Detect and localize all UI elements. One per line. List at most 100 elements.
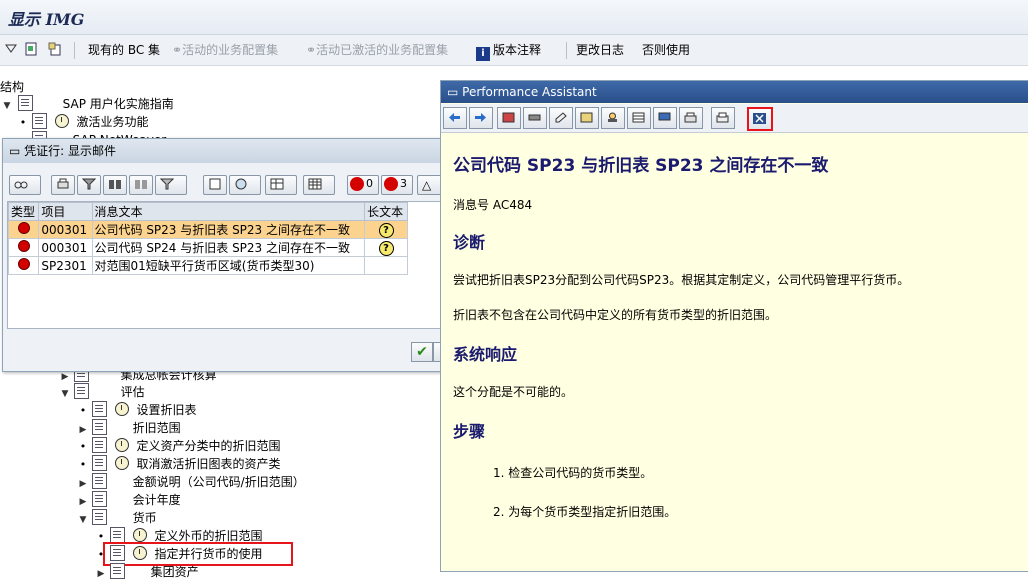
expand-arrow-icon[interactable]: ▶ — [96, 565, 106, 583]
clock-icon[interactable] — [114, 402, 129, 416]
no-use-button[interactable]: 否则使用 — [642, 41, 690, 59]
clock-icon[interactable] — [114, 456, 129, 470]
spreadsheet-button[interactable] — [265, 175, 297, 195]
details-button[interactable] — [9, 175, 41, 195]
settings-icon — [580, 112, 593, 123]
print-help-button[interactable] — [679, 107, 703, 129]
document-icon[interactable] — [24, 41, 41, 59]
document-icon — [31, 113, 47, 129]
save-button[interactable] — [103, 175, 127, 195]
find-next-button[interactable] — [129, 175, 153, 195]
system-response-paragraph: 这个分配是不可能的。 — [453, 385, 574, 399]
checkmark-icon: ✔ — [416, 344, 428, 360]
spreadsheet-icon — [270, 178, 284, 190]
tree-header: 结构 — [0, 80, 25, 94]
tree-node[interactable]: ▼ SAP 用户化实施指南 — [0, 95, 174, 113]
tree-node[interactable]: • 取消激活折旧图表的资产类 — [0, 455, 281, 473]
tree-node-label: 定义外币的折旧范围 — [154, 529, 263, 543]
window-titlebar: 显示 IMG — [0, 0, 1028, 35]
procedure-step-1: 1. 检查公司代码的货币类型。 — [493, 466, 653, 480]
filter-dropdown-button[interactable] — [155, 175, 187, 195]
funnel-icon — [81, 178, 97, 190]
tree-node[interactable]: ▶ 会计年度 — [0, 491, 181, 509]
ok-button[interactable]: ✔ — [411, 342, 433, 362]
user-button[interactable] — [601, 107, 625, 129]
long-text-cell[interactable] — [364, 256, 408, 275]
print-button[interactable] — [51, 175, 75, 195]
existing-bc-sets-button[interactable]: 现有的 BC 集 — [88, 41, 160, 59]
document-icon — [91, 455, 107, 471]
release-notes-label: 版本注释 — [493, 43, 542, 57]
back-button[interactable] — [443, 107, 467, 129]
help-icon[interactable]: ? — [378, 222, 394, 238]
error-icon — [384, 177, 398, 191]
message-toolbar: 0 3 △ — [7, 173, 455, 199]
grid-icon — [308, 178, 322, 190]
print-icon — [56, 178, 70, 190]
document-icon — [109, 563, 125, 579]
close-button[interactable] — [747, 107, 773, 131]
pencil-icon — [554, 112, 567, 123]
tree-node[interactable]: ▶ 金额说明（公司代码/折旧范围） — [0, 473, 305, 491]
tree-node[interactable]: • 设置折旧表 — [0, 401, 197, 419]
release-notes-button[interactable]: i 版本注释 — [476, 41, 542, 61]
document-icon — [109, 527, 125, 543]
tree-node-label: 金额说明（公司代码/折旧范围） — [132, 475, 305, 489]
page-icon — [208, 178, 222, 190]
tree-node[interactable]: ▶ 折旧范围 — [0, 419, 181, 437]
document-icon — [91, 491, 107, 507]
activated-bc-sets-for-activity-button[interactable]: ⚭活动已激活的业务配置集 — [306, 41, 448, 59]
help-icon[interactable]: ? — [378, 240, 394, 256]
binoculars-icon — [108, 178, 122, 190]
table-row[interactable]: 000301 公司代码 SP24 与折旧表 SP23 之间存在不一致 ? — [7, 238, 408, 257]
activated-bc-sets-button[interactable]: ⚭活动的业务配置集 — [172, 41, 278, 59]
error-dot-icon — [17, 258, 30, 270]
column-header-type[interactable]: 类型 — [7, 202, 40, 221]
close-icon — [753, 113, 766, 124]
tree-node[interactable]: ▼ 评估 — [0, 383, 145, 401]
error-dot-icon — [17, 222, 30, 234]
table-row[interactable]: 000301 公司代码 SP23 与折旧表 SP23 之间存在不一致 ? — [7, 220, 408, 239]
clock-icon[interactable] — [132, 528, 147, 542]
bc-set-icon: ⚭ — [172, 43, 183, 57]
settings-button[interactable] — [575, 107, 599, 129]
tree-node-label: 激活业务功能 — [76, 115, 149, 129]
column-header-text[interactable]: 消息文本 — [91, 202, 366, 221]
table-view-button[interactable] — [627, 107, 651, 129]
column-header-long-text[interactable]: 长文本 — [364, 202, 408, 221]
document-icon — [17, 95, 33, 111]
item-cell: SP2301 — [38, 256, 93, 275]
where-used-icon[interactable] — [48, 41, 65, 59]
change-log-button[interactable]: 更改日志 — [576, 41, 624, 59]
export-button[interactable] — [229, 175, 261, 195]
tools-icon — [528, 112, 541, 123]
tree-node[interactable]: ▶ 集团资产 — [0, 563, 199, 581]
tree-node[interactable]: • 激活业务功能 — [0, 113, 149, 131]
expand-icon[interactable] — [4, 41, 21, 59]
clock-icon[interactable] — [54, 114, 69, 128]
long-text-cell[interactable]: ? — [364, 238, 408, 257]
tree-node[interactable]: • 定义资产分类中的折旧范围 — [0, 437, 281, 455]
message-dialog: ▭ 凭证行: 显示邮件 0 3 △ 类型 项目 消息文本 长文本 000301 … — [2, 138, 460, 372]
error-count: 3 — [400, 177, 407, 190]
message-table: 类型 项目 消息文本 长文本 000301 公司代码 SP23 与折旧表 SP2… — [7, 201, 457, 329]
column-header-item[interactable]: 项目 — [38, 202, 93, 221]
print-preview-button[interactable] — [203, 175, 227, 195]
filter-button[interactable] — [77, 175, 101, 195]
display-button[interactable] — [653, 107, 677, 129]
print-button[interactable] — [711, 107, 735, 129]
tree-node[interactable]: ▼ 货币 — [0, 509, 157, 527]
edit-button[interactable] — [549, 107, 573, 129]
error-filter-button[interactable]: 3 — [381, 175, 413, 195]
forward-button[interactable] — [469, 107, 493, 129]
table-row[interactable]: SP2301 对范围01短缺平行货币区域(货币类型30) — [7, 256, 408, 275]
clock-icon[interactable] — [114, 438, 129, 452]
error-type-cell — [7, 220, 40, 239]
stop-filter-button[interactable]: 0 — [347, 175, 379, 195]
layout-button[interactable] — [303, 175, 335, 195]
tree-node-label: 取消激活折旧图表的资产类 — [136, 457, 281, 471]
technical-info-button[interactable] — [523, 107, 547, 129]
tree-node-label: 集团资产 — [150, 565, 199, 579]
long-text-cell[interactable]: ? — [364, 220, 408, 239]
bookmark-button[interactable] — [497, 107, 521, 129]
